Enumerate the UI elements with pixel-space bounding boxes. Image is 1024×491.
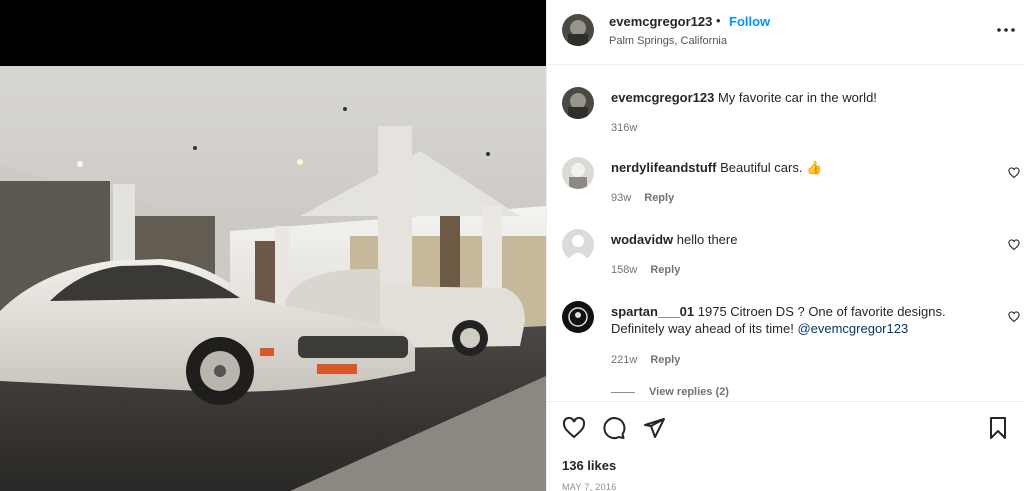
likes-count[interactable]: 136 likes (562, 458, 616, 473)
comment-body: Beautiful cars. (720, 160, 803, 175)
mention-link[interactable]: @evemcgregor123 (797, 321, 908, 336)
comment-item: nerdylifeandstuff Beautiful cars. 👍 93w … (562, 157, 1020, 207)
view-replies-line (611, 391, 635, 393)
instagram-post-view: evemcgregor123 • Follow Palm Springs, Ca… (0, 0, 1024, 491)
reply-button[interactable]: Reply (644, 192, 674, 204)
header-separator: • (716, 13, 721, 28)
follow-button[interactable]: Follow (729, 14, 770, 29)
reply-button[interactable]: Reply (650, 354, 680, 366)
comment-meta: 221w Reply (611, 354, 680, 366)
heart-icon[interactable] (1008, 239, 1020, 251)
post-media-panel (0, 0, 546, 491)
comment-icon[interactable] (602, 416, 626, 440)
comment-meta: 158w Reply (611, 264, 680, 276)
comment-avatar[interactable] (562, 229, 594, 261)
comment-body: My favorite car in the world! (717, 90, 877, 105)
heart-icon[interactable] (1008, 167, 1020, 179)
heart-icon[interactable] (562, 416, 586, 440)
comment-time[interactable]: 93w (611, 192, 631, 204)
post-details-panel: evemcgregor123 • Follow Palm Springs, Ca… (546, 0, 1024, 491)
comment-time[interactable]: 158w (611, 264, 637, 276)
comment-username[interactable]: spartan___01 (611, 304, 694, 319)
view-replies-label: View replies (2) (649, 386, 729, 398)
comment-username[interactable]: nerdylifeandstuff (611, 160, 716, 175)
comment-username[interactable]: evemcgregor123 (611, 90, 714, 105)
more-horizontal-icon[interactable] (995, 22, 1017, 38)
thumbs-up-emoji: 👍 (806, 160, 823, 175)
comment-text: nerdylifeandstuff Beautiful cars. 👍 (611, 159, 981, 176)
comments-list[interactable]: evemcgregor123 My favorite car in the wo… (547, 66, 1024, 400)
comment-body: hello there (676, 232, 738, 247)
send-icon[interactable] (642, 416, 666, 440)
comment-item: wodavidw hello there 158w Reply (562, 229, 1020, 279)
post-actions: 136 likes MAY 7, 2016 (547, 401, 1024, 491)
comment-username[interactable]: wodavidw (611, 232, 673, 247)
comment-meta: 93w Reply (611, 192, 674, 204)
comment-meta: 316w (611, 122, 637, 134)
author-avatar[interactable] (562, 14, 594, 46)
comment-avatar[interactable] (562, 301, 594, 333)
post-header: evemcgregor123 • Follow Palm Springs, Ca… (547, 0, 1024, 65)
comment-avatar[interactable] (562, 87, 594, 119)
post-location[interactable]: Palm Springs, California (609, 35, 727, 47)
comment-text: evemcgregor123 My favorite car in the wo… (611, 89, 981, 106)
comment-avatar[interactable] (562, 157, 594, 189)
reply-button[interactable]: Reply (650, 264, 680, 276)
comment-item: spartan___01 1975 Citroen DS ? One of fa… (562, 301, 1020, 371)
author-username[interactable]: evemcgregor123 (609, 14, 712, 29)
heart-icon[interactable] (1008, 311, 1020, 323)
post-date[interactable]: MAY 7, 2016 (562, 482, 617, 491)
view-replies-button[interactable]: View replies (2) (611, 386, 729, 398)
comment-text: spartan___01 1975 Citroen DS ? One of fa… (611, 303, 981, 337)
comment-time[interactable]: 316w (611, 122, 637, 134)
comment-time[interactable]: 221w (611, 354, 637, 366)
post-photo[interactable] (0, 66, 546, 491)
comment-text: wodavidw hello there (611, 231, 981, 248)
caption-comment: evemcgregor123 My favorite car in the wo… (562, 87, 1012, 137)
bookmark-icon[interactable] (986, 416, 1010, 440)
